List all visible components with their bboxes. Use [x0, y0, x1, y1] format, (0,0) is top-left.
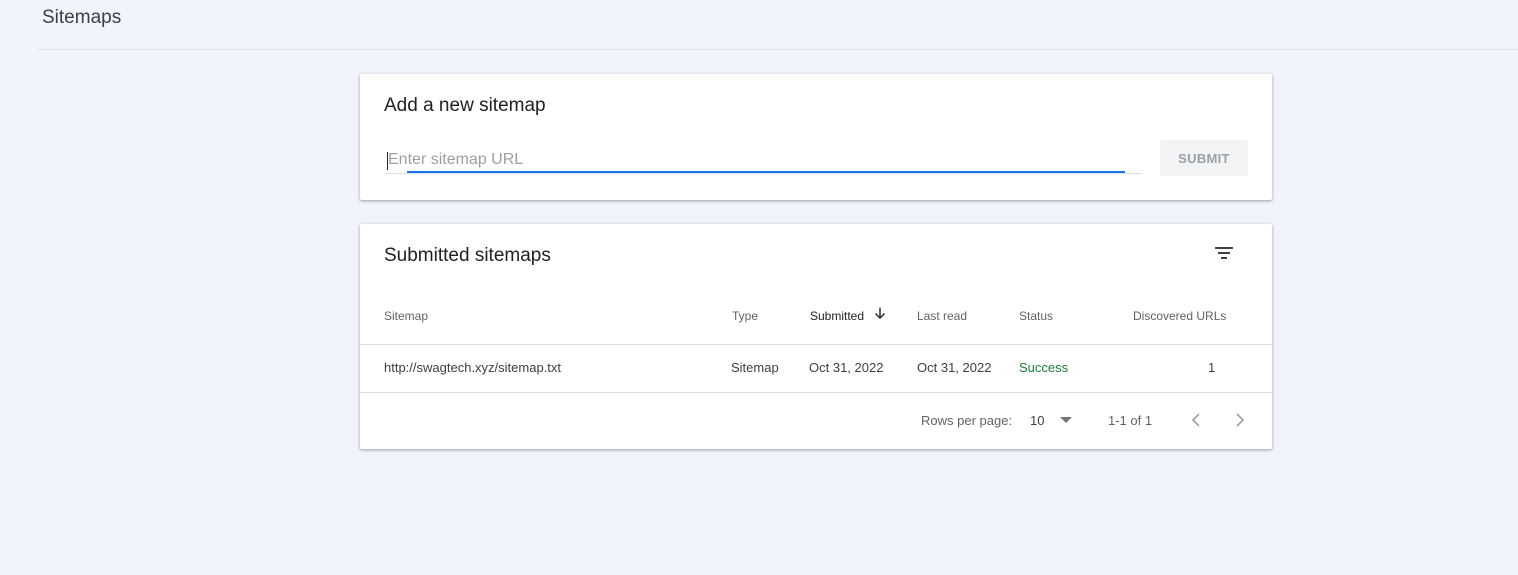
previous-page-button[interactable]: [1186, 409, 1206, 431]
column-header-submitted[interactable]: Submitted: [810, 309, 864, 323]
cell-discovered-urls: 1: [1208, 360, 1216, 375]
text-caret: [387, 152, 388, 170]
rows-per-page-value: 10: [1030, 413, 1045, 428]
table-header: Sitemap Type Submitted Last read Status …: [360, 294, 1272, 345]
column-header-status[interactable]: Status: [1019, 309, 1053, 323]
pagination-range: 1-1 of 1: [1108, 413, 1153, 428]
column-header-sitemap[interactable]: Sitemap: [384, 309, 428, 323]
next-page-button[interactable]: [1230, 409, 1250, 431]
column-header-last-read[interactable]: Last read: [917, 309, 967, 323]
sitemap-url-input[interactable]: [386, 146, 1142, 174]
cell-last-read: Oct 31, 2022: [917, 360, 992, 375]
column-header-discovered-urls[interactable]: Discovered URLs: [1133, 309, 1226, 323]
submit-button[interactable]: SUBMIT: [1160, 140, 1248, 176]
rows-per-page-label: Rows per page:: [921, 413, 1013, 428]
dropdown-arrow-icon: [1060, 417, 1072, 423]
cell-sitemap: http://swagtech.xyz/sitemap.txt: [384, 360, 562, 375]
chevron-left-icon: [1191, 413, 1200, 427]
chevron-right-icon: [1236, 413, 1245, 427]
table-row[interactable]: http://swagtech.xyz/sitemap.txt Sitemap …: [360, 345, 1272, 393]
filter-list-icon: [1215, 247, 1233, 259]
column-header-type[interactable]: Type: [732, 309, 758, 323]
input-focus-underline: [407, 171, 1125, 173]
add-sitemap-card: Add a new sitemap SUBMIT: [360, 74, 1272, 200]
filter-button[interactable]: [1210, 242, 1238, 266]
page-title: Sitemaps: [42, 7, 122, 28]
cell-submitted: Oct 31, 2022: [809, 360, 884, 375]
page-header: Sitemaps: [38, 0, 1518, 50]
submitted-sitemaps-title: Submitted sitemaps: [384, 245, 551, 266]
submitted-sitemaps-card: Submitted sitemaps Sitemap Type Submitte…: [360, 224, 1272, 449]
rows-per-page-select[interactable]: 10: [1030, 407, 1076, 435]
cell-status: Success: [1019, 360, 1069, 375]
add-sitemap-title: Add a new sitemap: [384, 95, 546, 116]
arrow-downward-icon[interactable]: [873, 306, 887, 320]
cell-type: Sitemap: [731, 360, 779, 375]
pagination: Rows per page: 10 1-1 of 1: [360, 393, 1272, 449]
